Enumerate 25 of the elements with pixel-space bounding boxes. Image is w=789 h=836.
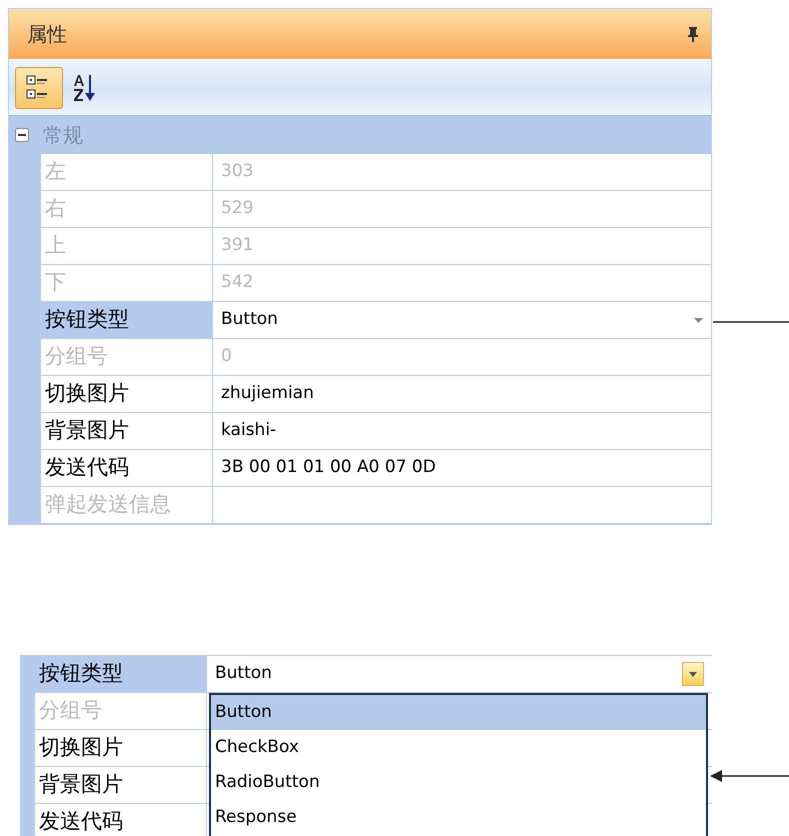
property-value: 529 (221, 197, 254, 220)
caret-icon (689, 672, 697, 676)
sort-icon (72, 72, 96, 102)
property-value[interactable]: Button (221, 307, 278, 333)
collapse-icon[interactable] (15, 128, 29, 142)
dropdown-option[interactable]: RadioButton (211, 765, 706, 800)
dropdown-option[interactable]: CheckBox (211, 730, 706, 765)
pin-icon[interactable] (687, 26, 699, 42)
combo-value[interactable]: Button (215, 661, 272, 687)
panel-title: 属性 (27, 21, 67, 48)
dropdown-arrow-icon[interactable] (694, 318, 703, 322)
property-value: 391 (221, 234, 254, 258)
property-value: 0 (221, 345, 232, 368)
property-value: 542 (221, 271, 254, 294)
property-value[interactable]: kaishi- (221, 418, 276, 444)
property-name[interactable]: 按钮类型 (35, 656, 207, 692)
category-label: 常规 (43, 122, 83, 149)
property-value[interactable]: zhujiemian (221, 381, 314, 407)
dropdown-option[interactable]: Response (211, 800, 706, 835)
property-value: 303 (221, 160, 254, 184)
property-value[interactable]: 3B 00 01 01 00 A0 07 0D (221, 455, 436, 481)
dropdown-button[interactable] (682, 662, 704, 686)
property-name[interactable]: 按钮类型 (41, 302, 213, 338)
dropdown-option[interactable]: Button (211, 695, 706, 730)
categorized-view-button[interactable] (15, 66, 63, 108)
